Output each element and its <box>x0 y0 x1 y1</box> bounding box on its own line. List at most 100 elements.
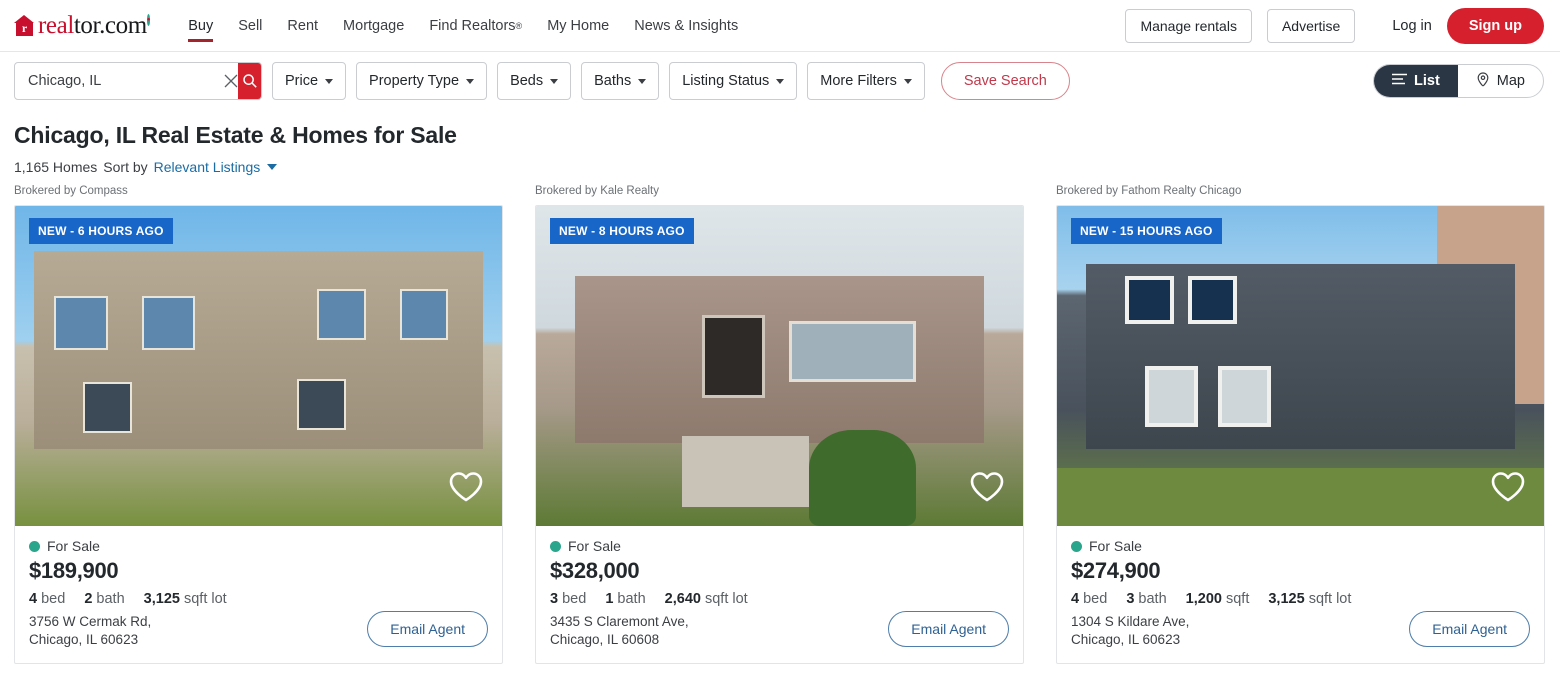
view-toggle: List Map <box>1373 64 1544 98</box>
spec-value: 3 <box>1126 591 1135 607</box>
results-count: 1,165 Homes <box>14 159 98 175</box>
nav-item-buy[interactable]: Buy <box>188 0 214 52</box>
filter-listing-status[interactable]: Listing Status <box>669 62 798 100</box>
realtor-logo[interactable]: r realtor.com• <box>14 11 151 40</box>
spec-value: 2,640 <box>664 591 701 607</box>
nav-item-find-realtors[interactable]: Find Realtors ® <box>429 0 522 52</box>
new-listing-badge: NEW - 6 HOURS AGO <box>29 218 173 244</box>
spec-item: 1,200 sqft <box>1186 591 1250 607</box>
property-card[interactable]: Brokered by Kale Realty NEW - 8 HOURS AG… <box>535 185 1024 664</box>
nav-label: News & Insights <box>634 17 739 34</box>
search-input[interactable] <box>15 63 223 99</box>
search-icon[interactable] <box>238 63 261 99</box>
nav-label: Sell <box>238 17 263 34</box>
spec-item: 1 bath <box>605 591 645 607</box>
results-heading-section: Chicago, IL Real Estate & Homes for Sale… <box>0 110 1560 175</box>
filter-label: Property Type <box>369 73 460 89</box>
property-card[interactable]: Brokered by Compass NEW - 6 HOURS AGO Fo… <box>14 185 503 664</box>
sort-by-label: Sort by <box>103 159 148 175</box>
logo-text-black: tor.com <box>73 11 147 39</box>
chevron-down-icon <box>466 78 475 84</box>
main-nav-links: Buy Sell Rent Mortgage Find Realtors ® My… <box>188 0 738 52</box>
filter-label: Listing Status <box>682 73 770 89</box>
status-label: For Sale <box>568 538 621 554</box>
property-photo[interactable]: NEW - 15 HOURS AGO <box>1057 206 1544 526</box>
brokered-by-label: Brokered by Fathom Realty Chicago <box>1056 185 1242 197</box>
nav-item-rent[interactable]: Rent <box>287 0 318 52</box>
property-info: For Sale $328,000 3 bed 1 bath 2,640 sqf… <box>536 526 1023 663</box>
property-results-grid: Brokered by Compass NEW - 6 HOURS AGO Fo… <box>0 175 1560 664</box>
manage-rentals-button[interactable]: Manage rentals <box>1125 8 1252 43</box>
spec-item: 3 bed <box>550 591 586 607</box>
chevron-down-icon <box>325 78 334 84</box>
registered-mark: ® <box>515 20 523 31</box>
spec-unit: bath <box>617 591 646 607</box>
spec-unit: bed <box>41 591 66 607</box>
log-in-link[interactable]: Log in <box>1392 18 1432 34</box>
spec-value: 1 <box>605 591 614 607</box>
sign-up-button[interactable]: Sign up <box>1446 7 1544 44</box>
property-photo[interactable]: NEW - 8 HOURS AGO <box>536 206 1023 526</box>
nav-label: My Home <box>547 17 610 34</box>
spec-unit: bed <box>1083 591 1108 607</box>
status-dot-icon <box>1071 540 1082 552</box>
logo-text-red: real <box>38 11 74 39</box>
nav-item-sell[interactable]: Sell <box>238 0 262 52</box>
spec-unit: bath <box>1138 591 1167 607</box>
toggle-list-label: List <box>1414 73 1440 89</box>
filter-bar: Price Property Type Beds Baths Listing S… <box>0 52 1560 110</box>
email-agent-button[interactable]: Email Agent <box>1409 611 1530 647</box>
results-subline: 1,165 Homes Sort by Relevant Listings <box>14 159 1544 175</box>
sort-by-value[interactable]: Relevant Listings <box>154 159 261 175</box>
spec-unit: sqft <box>1225 591 1250 607</box>
nav-item-my-home[interactable]: My Home <box>547 0 609 52</box>
chevron-down-icon[interactable] <box>267 164 278 170</box>
advertise-button[interactable]: Advertise <box>1266 8 1356 43</box>
spec-item: 2 bath <box>84 591 124 607</box>
nav-label: Mortgage <box>343 17 405 34</box>
email-agent-button[interactable]: Email Agent <box>367 611 488 647</box>
brokered-by-label: Brokered by Kale Realty <box>535 185 660 197</box>
close-icon[interactable] <box>223 63 238 99</box>
property-specs: 4 bed 2 bath 3,125 sqft lot <box>29 591 488 607</box>
search-box <box>14 62 262 100</box>
email-agent-button[interactable]: Email Agent <box>888 611 1009 647</box>
spec-value: 4 <box>1071 591 1080 607</box>
status-dot-icon <box>550 540 561 552</box>
heart-icon[interactable] <box>448 470 484 508</box>
chevron-down-icon <box>903 78 912 84</box>
toggle-map-view[interactable]: Map <box>1458 65 1543 97</box>
house-r-icon: r <box>14 15 35 36</box>
spec-item: 4 bed <box>1071 591 1107 607</box>
property-price: $328,000 <box>550 558 640 583</box>
filter-price[interactable]: Price <box>272 62 347 100</box>
heart-icon[interactable] <box>969 470 1005 508</box>
toggle-list-view[interactable]: List <box>1374 65 1458 97</box>
property-card[interactable]: Brokered by Fathom Realty Chicago NEW - … <box>1056 185 1545 664</box>
filter-baths[interactable]: Baths <box>581 62 660 100</box>
nav-item-mortgage[interactable]: Mortgage <box>343 0 404 52</box>
nav-item-news-insights[interactable]: News & Insights <box>634 0 738 52</box>
new-listing-badge: NEW - 8 HOURS AGO <box>550 218 694 244</box>
spec-item: 2,640 sqft lot <box>665 591 748 607</box>
listing-status: For Sale <box>29 538 488 554</box>
spec-value: 3,125 <box>1268 591 1305 607</box>
property-photo[interactable]: NEW - 6 HOURS AGO <box>15 206 502 526</box>
chevron-down-icon <box>638 78 647 84</box>
nav-label: Find Realtors <box>429 17 516 34</box>
spec-item: 4 bed <box>29 591 65 607</box>
map-pin-icon <box>1476 71 1490 91</box>
status-dot-icon <box>29 540 40 552</box>
brokered-by-label: Brokered by Compass <box>14 185 128 197</box>
chevron-down-icon <box>776 78 785 84</box>
filter-beds[interactable]: Beds <box>497 62 572 100</box>
filter-property-type[interactable]: Property Type <box>356 62 488 100</box>
property-specs: 3 bed 1 bath 2,640 sqft lot <box>550 591 1009 607</box>
filter-more-filters[interactable]: More Filters <box>807 62 925 100</box>
heart-icon[interactable] <box>1490 470 1526 508</box>
nav-label: Buy <box>188 17 214 34</box>
spec-item: 3,125 sqft lot <box>144 591 227 607</box>
spec-item: 3,125 sqft lot <box>1268 591 1351 607</box>
save-search-button[interactable]: Save Search <box>940 62 1070 100</box>
property-specs: 4 bed 3 bath 1,200 sqft 3,125 sqft lot <box>1071 591 1530 607</box>
